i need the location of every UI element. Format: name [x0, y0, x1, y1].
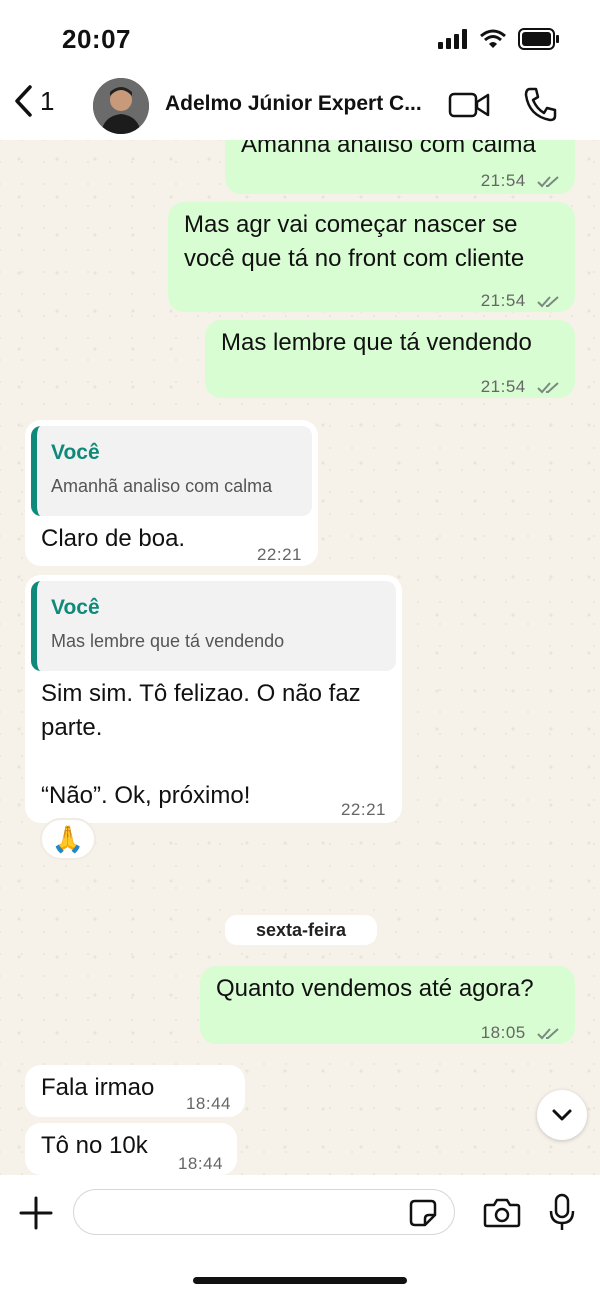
back-chevron-icon: [15, 85, 32, 117]
status-bar: 20:07: [0, 0, 600, 70]
signal-icon: [438, 29, 467, 49]
avatar-image: [93, 78, 149, 134]
message-time-text: 21:54: [480, 171, 526, 190]
phone-icon[interactable]: [523, 86, 557, 122]
message-text: Fala irmao: [41, 1074, 155, 1101]
double-check-icon: [537, 1027, 559, 1039]
status-clock: 20:07: [62, 24, 131, 54]
reaction-badge[interactable]: 🙏: [40, 818, 96, 860]
message-text-line: “Não”. Ok, próximo!: [41, 782, 251, 809]
message-bubble-outgoing[interactable]: Mas agr vai começar nascer se você que t…: [168, 202, 575, 312]
battery-icon: [518, 28, 559, 50]
message-text: Claro de boa.: [41, 525, 186, 552]
double-check-icon: [537, 175, 559, 187]
message-bubble-incoming[interactable]: Tô no 10k 18:44: [25, 1123, 237, 1175]
message-text: Mas lembre que tá vendendo: [221, 329, 532, 356]
video-call-icon[interactable]: [448, 90, 490, 120]
back-button[interactable]: 1: [12, 84, 54, 118]
quoted-text: Amanhã analiso com calma: [51, 476, 273, 496]
quoted-message[interactable]: Você Amanhã analiso com calma: [31, 426, 312, 516]
chat-header: 1 Adelmo Júnior Expert C...: [0, 70, 600, 140]
quoted-text: Mas lembre que tá vendendo: [51, 631, 285, 651]
sticker-icon[interactable]: [409, 1199, 437, 1227]
avatar[interactable]: [93, 78, 149, 134]
plus-icon[interactable]: [18, 1195, 54, 1231]
message-text: Amanhã analiso com calma: [241, 140, 536, 158]
quoted-sender: Você: [51, 441, 100, 464]
message-bubble-incoming-reply[interactable]: Você Amanhã analiso com calma Claro de b…: [25, 420, 318, 566]
day-separator: sexta-feira: [225, 915, 377, 945]
quoted-sender: Você: [51, 596, 100, 619]
message-text: Tô no 10k: [41, 1132, 148, 1159]
message-text: Quanto vendemos até agora?: [216, 975, 534, 1002]
message-text-line: Sim sim. Tô felizao. O não faz: [41, 680, 361, 707]
chat-area[interactable]: Amanhã analiso com calma 21:54 Mas agr v…: [0, 140, 600, 1175]
double-check-icon: [537, 295, 559, 307]
message-bubble-outgoing[interactable]: Amanhã analiso com calma 21:54: [225, 140, 575, 194]
scroll-to-bottom-button[interactable]: [537, 1090, 587, 1140]
home-indicator: [193, 1277, 407, 1284]
double-check-icon: [537, 381, 559, 393]
message-time: 18:44: [177, 1154, 223, 1173]
message-time: 21:54: [481, 164, 561, 198]
message-text-line: parte.: [41, 714, 103, 741]
message-time-text: 21:54: [480, 291, 526, 310]
message-time-text: 21:54: [480, 377, 526, 396]
message-time: 18:05: [481, 1016, 561, 1050]
message-input[interactable]: [73, 1189, 455, 1235]
message-time: 21:54: [481, 284, 561, 318]
status-icons: [438, 28, 560, 50]
message-time-text: 18:05: [480, 1023, 526, 1042]
message-text: Mas agr vai começar nascer se você que t…: [184, 211, 525, 272]
camera-icon[interactable]: [483, 1197, 521, 1229]
message-time: 22:21: [256, 545, 302, 564]
message-time: 18:44: [185, 1094, 231, 1113]
chevron-down-icon: [552, 1109, 572, 1121]
message-bubble-outgoing[interactable]: Mas lembre que tá vendendo 21:54: [205, 320, 575, 398]
wifi-icon: [480, 29, 506, 48]
quoted-message[interactable]: Você Mas lembre que tá vendendo: [31, 581, 396, 671]
microphone-icon[interactable]: [548, 1193, 576, 1233]
message-bubble-incoming[interactable]: Fala irmao 18:44: [25, 1065, 245, 1117]
unread-count: 1: [40, 85, 55, 116]
message-bubble-incoming-reply[interactable]: Você Mas lembre que tá vendendo Sim sim.…: [25, 575, 402, 823]
message-time: 22:21: [340, 800, 386, 819]
contact-name[interactable]: Adelmo Júnior Expert C...: [165, 92, 435, 116]
message-bubble-outgoing[interactable]: Quanto vendemos até agora? 18:05: [200, 966, 575, 1044]
message-time: 21:54: [481, 370, 561, 404]
